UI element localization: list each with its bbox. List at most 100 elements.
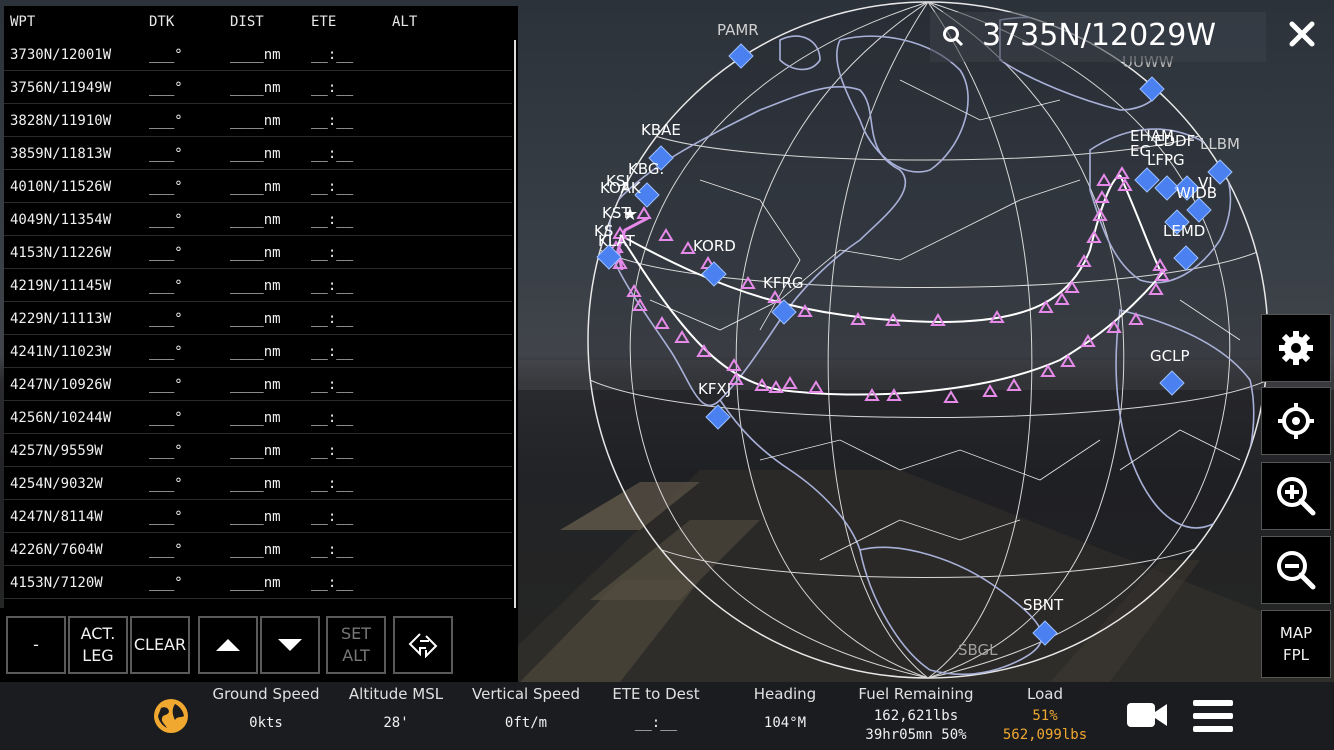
- ground-speed-value: 0kts: [249, 715, 283, 731]
- flight-plan-row[interactable]: 3828N/11910W ___° ____nm __:__: [4, 104, 512, 137]
- waypoint-cell: 4010N/11526W: [10, 179, 112, 195]
- set-alt-label-1: SET: [340, 624, 372, 643]
- reverse-route-button[interactable]: [393, 616, 453, 674]
- map-label: KBG.: [628, 160, 664, 178]
- ground-speed-label: Ground Speed: [212, 685, 320, 703]
- camera-icon[interactable]: [1126, 700, 1168, 730]
- ete-cell: __:__: [311, 542, 354, 558]
- search-icon: [943, 26, 964, 47]
- dist-cell: ____nm: [230, 212, 281, 228]
- status-bar: Ground Speed 0kts Altitude MSL 28' Verti…: [0, 682, 1334, 750]
- ete-cell: __:__: [311, 278, 354, 294]
- waypoint-cell: 4153N/7120W: [10, 575, 103, 591]
- ete-cell: __:__: [311, 344, 354, 360]
- flight-plan-row[interactable]: 4247N/10926W ___° ____nm __:__: [4, 368, 512, 401]
- map-label: KFXJ: [698, 380, 731, 398]
- flight-plan-row[interactable]: 4226N/7604W ___° ____nm __:__: [4, 533, 512, 566]
- ete-cell: __:__: [311, 212, 354, 228]
- dtk-cell: ___°: [149, 146, 183, 162]
- waypoint-cell: 3756N/11949W: [10, 80, 112, 96]
- flight-plan-row[interactable]: 4241N/11023W ___° ____nm __:__: [4, 335, 512, 368]
- vertical-speed-label: Vertical Speed: [472, 685, 580, 703]
- dist-cell: ____nm: [230, 509, 281, 525]
- heading-label: Heading: [753, 685, 817, 703]
- dtk-cell: ___°: [149, 80, 183, 96]
- map-label: PAMR: [717, 21, 759, 39]
- flight-plan-row[interactable]: 4153N/11226W ___° ____nm __:__: [4, 236, 512, 269]
- gear-icon: [1279, 331, 1313, 365]
- minus-button[interactable]: -: [6, 616, 66, 674]
- ete-cell: __:__: [311, 179, 354, 195]
- header-wpt: WPT: [10, 14, 36, 30]
- center-position-button[interactable]: [1261, 387, 1331, 455]
- fuel-label: Fuel Remaining: [858, 685, 974, 703]
- ete-cell: __:__: [311, 443, 354, 459]
- act-leg-button[interactable]: ACT. LEG: [68, 616, 128, 674]
- flight-plan-row[interactable]: 4254N/9032W ___° ____nm __:__: [4, 467, 512, 500]
- dtk-cell: ___°: [149, 311, 183, 327]
- dtk-cell: ___°: [149, 344, 183, 360]
- search-field[interactable]: 3735N/12029W: [930, 12, 1266, 62]
- map-fpl-label-2: FPL: [1282, 646, 1310, 664]
- flight-plan-row[interactable]: 4247N/8114W ___° ____nm __:__: [4, 500, 512, 533]
- dist-cell: ____nm: [230, 443, 281, 459]
- flight-plan-row[interactable]: 3756N/11949W ___° ____nm __:__: [4, 71, 512, 104]
- ete-cell: __:__: [311, 80, 354, 96]
- close-icon[interactable]: [1282, 14, 1322, 54]
- ete-cell: __:__: [311, 410, 354, 426]
- map-label: KOAK: [600, 179, 642, 197]
- ete-cell: __:__: [311, 575, 354, 591]
- flight-plan-row[interactable]: 3859N/11813W ___° ____nm __:__: [4, 137, 512, 170]
- waypoint-cell: 4247N/8114W: [10, 509, 103, 525]
- zoom-in-button[interactable]: [1261, 462, 1331, 530]
- flight-plan-row[interactable]: 4229N/11113W ___° ____nm __:__: [4, 302, 512, 335]
- flight-plan-panel: WPT DTK DIST ETE ALT 3730N/12001W ___° ___…: [4, 6, 518, 608]
- flight-plan-row[interactable]: 4256N/10244W ___° ____nm __:__: [4, 401, 512, 434]
- flight-plan-row[interactable]: 4153N/7120W ___° ____nm __:__: [4, 566, 512, 599]
- act-leg-label-2: LEG: [82, 646, 114, 665]
- ete-dest-value: __:__: [634, 715, 678, 731]
- zoom-out-button[interactable]: [1261, 536, 1331, 604]
- move-up-button[interactable]: [198, 616, 258, 674]
- set-alt-button[interactable]: SET ALT: [326, 616, 386, 674]
- dist-cell: ____nm: [230, 146, 281, 162]
- dist-cell: ____nm: [230, 575, 281, 591]
- map-label: EDDF: [1154, 132, 1195, 150]
- settings-button[interactable]: [1261, 314, 1331, 382]
- dist-cell: ____nm: [230, 47, 281, 63]
- flight-plan-row[interactable]: 4257N/9559W ___° ____nm __:__: [4, 434, 512, 467]
- ete-cell: __:__: [311, 113, 354, 129]
- dtk-cell: ___°: [149, 377, 183, 393]
- dtk-cell: ___°: [149, 410, 183, 426]
- flight-plan-row[interactable]: 3730N/12001W ___° ____nm __:__: [4, 38, 512, 71]
- map-label: KLAT: [598, 232, 636, 250]
- altitude-label: Altitude MSL: [348, 685, 444, 703]
- vertical-speed-value: 0ft/m: [504, 715, 548, 731]
- dist-cell: ____nm: [230, 542, 281, 558]
- clear-label: CLEAR: [133, 635, 187, 654]
- clear-button[interactable]: CLEAR: [130, 616, 190, 674]
- dtk-cell: ___°: [149, 47, 183, 63]
- map-label: LFPG: [1147, 151, 1185, 169]
- menu-icon[interactable]: [1192, 698, 1234, 734]
- flight-plan-row[interactable]: 4219N/11145W ___° ____nm __:__: [4, 269, 512, 302]
- load-label: Load: [1027, 685, 1063, 703]
- flight-plan-scrollbar[interactable]: [514, 40, 516, 608]
- dist-cell: ____nm: [230, 278, 281, 294]
- map-fpl-button[interactable]: MAP FPL: [1261, 610, 1331, 678]
- set-alt-label-2: ALT: [342, 646, 370, 665]
- swap-arrows-icon: [408, 633, 438, 658]
- altitude-value: 28': [383, 715, 409, 731]
- move-down-button[interactable]: [260, 616, 320, 674]
- search-input[interactable]: 3735N/12029W: [982, 18, 1216, 53]
- flight-plan-row[interactable]: 4010N/11526W ___° ____nm __:__: [4, 170, 512, 203]
- waypoint-cell: 4229N/11113W: [10, 311, 112, 327]
- flight-plan-row[interactable]: 4049N/11354W ___° ____nm __:__: [4, 203, 512, 236]
- map-fpl-label-1: MAP: [1279, 624, 1313, 642]
- ete-cell: __:__: [311, 146, 354, 162]
- globe-icon[interactable]: [153, 698, 189, 734]
- minus-label: -: [33, 635, 39, 654]
- dist-cell: ____nm: [230, 410, 281, 426]
- zoom-out-icon: [1277, 551, 1316, 590]
- flight-plan-toolbar: - ACT. LEG CLEAR SET ALT: [0, 608, 518, 682]
